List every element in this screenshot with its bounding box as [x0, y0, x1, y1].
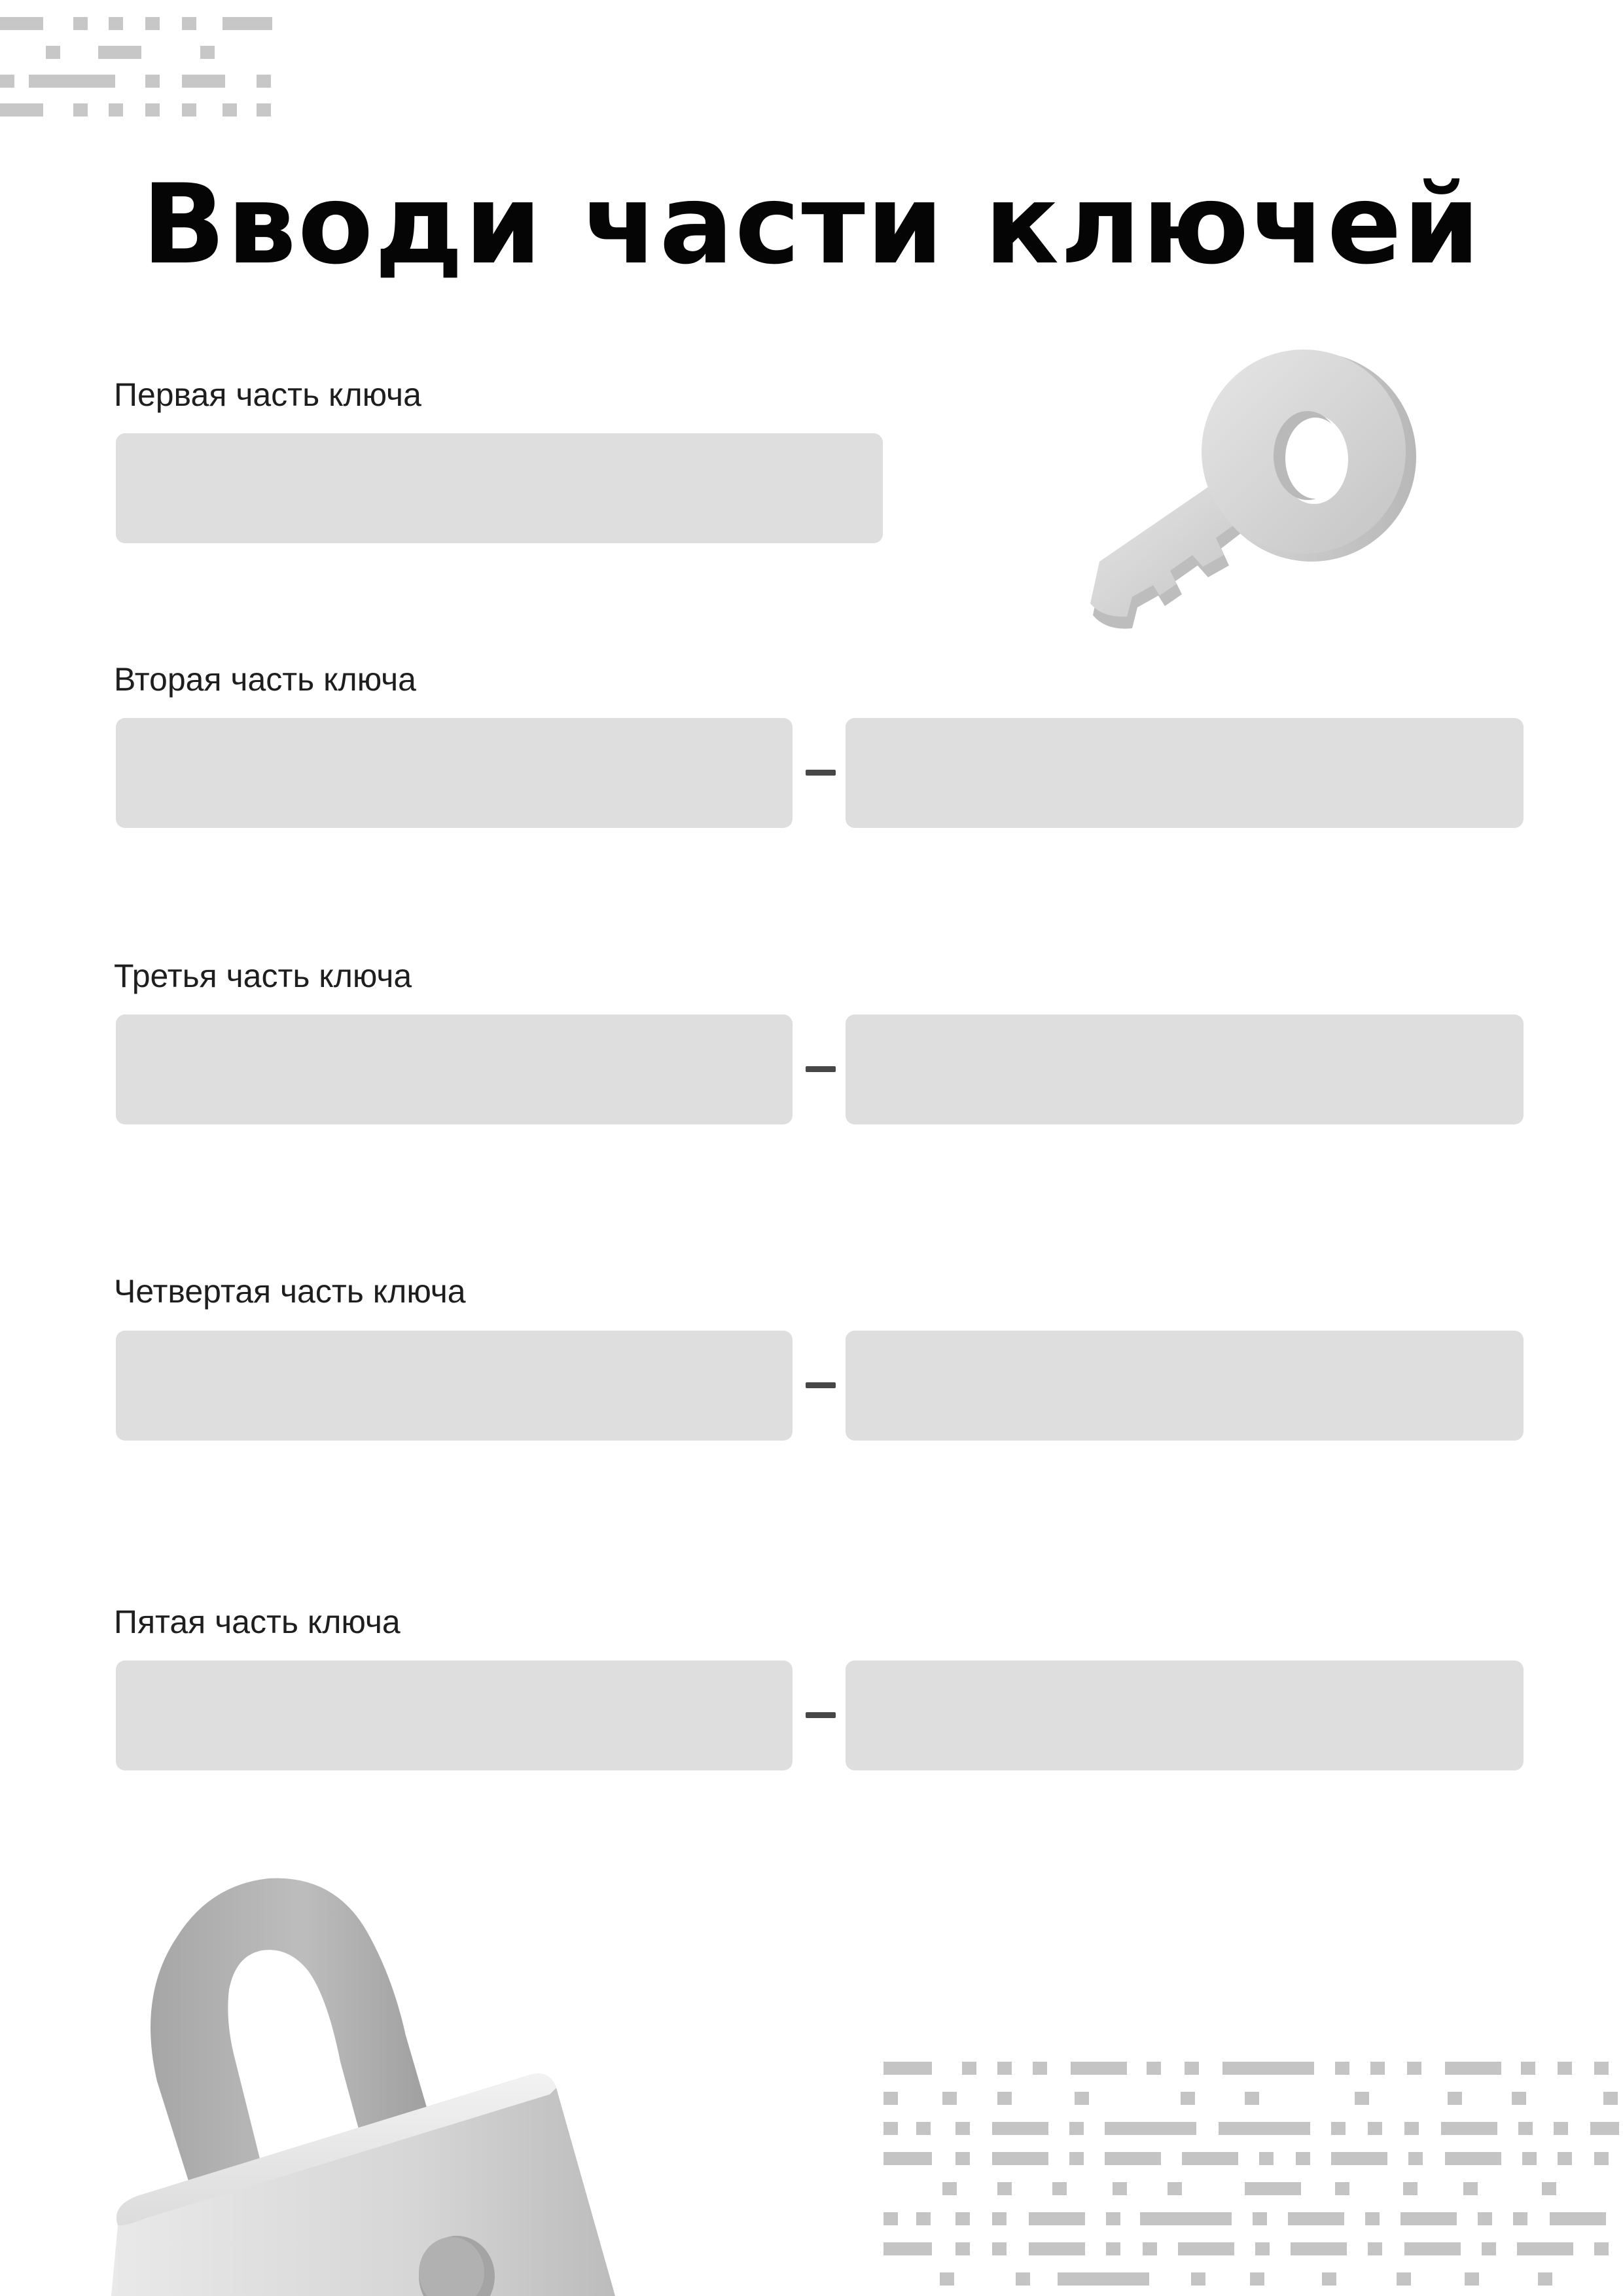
third-key-part-input-left[interactable] [116, 1014, 793, 1124]
fourth-key-part-input-right[interactable] [846, 1331, 1524, 1441]
separator-dash [806, 1712, 836, 1718]
first-key-part-label: Первая часть ключа [114, 376, 421, 413]
separator-dash [806, 1382, 836, 1388]
padlock-icon [111, 1878, 615, 2296]
fourth-key-part-input-left[interactable] [116, 1331, 793, 1441]
separator-dash [806, 1066, 836, 1072]
second-key-part-input-left[interactable] [116, 718, 793, 828]
fourth-key-part-label: Четвертая часть ключа [114, 1273, 466, 1310]
bottom-right-pattern-icon [883, 2062, 1619, 2286]
second-key-part-input-right[interactable] [846, 718, 1524, 828]
second-key-part-label: Вторая часть ключа [114, 661, 416, 698]
third-key-part-label: Третья часть ключа [114, 958, 412, 994]
key-icon [1090, 350, 1416, 629]
fifth-key-part-input-right[interactable] [846, 1660, 1524, 1770]
fifth-key-part-label: Пятая часть ключа [114, 1604, 401, 1640]
separator-dash [806, 770, 836, 776]
top-left-pattern-icon [0, 17, 272, 117]
third-key-part-input-right[interactable] [846, 1014, 1524, 1124]
fifth-key-part-input-left[interactable] [116, 1660, 793, 1770]
first-key-part-input[interactable] [116, 433, 883, 543]
page-title: Вводи части ключей [141, 160, 1482, 289]
